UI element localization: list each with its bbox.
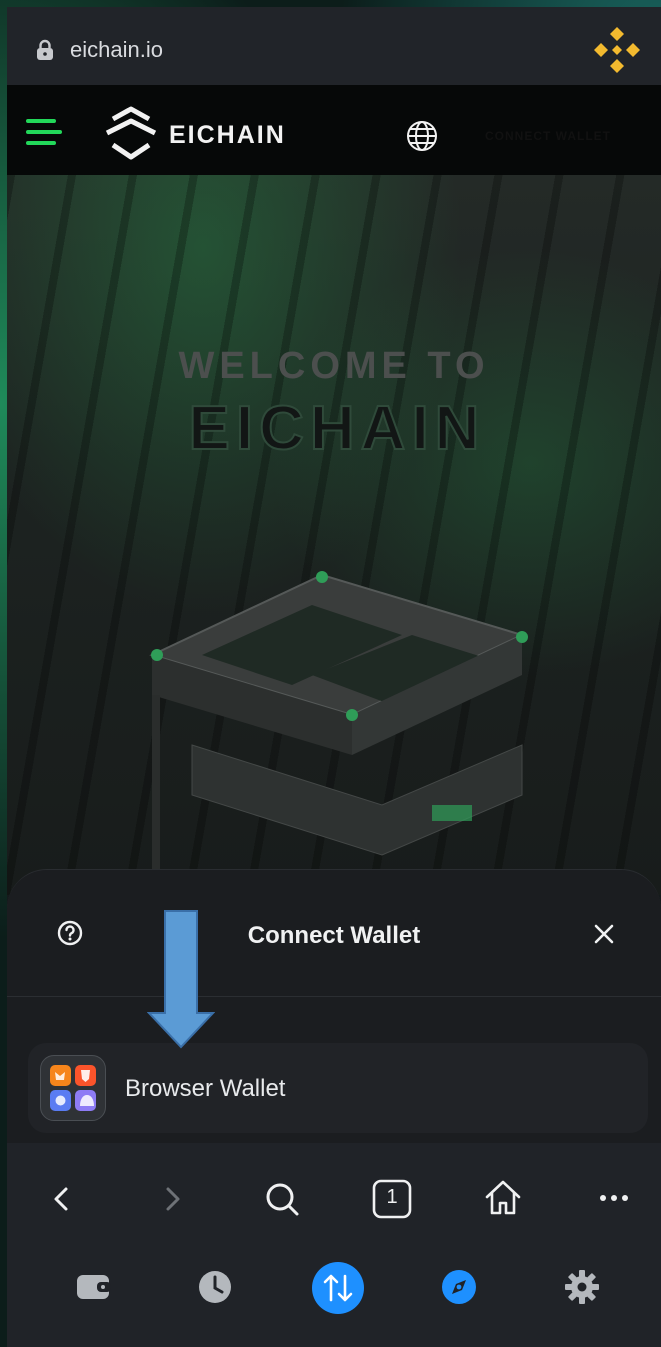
wallet-icon[interactable] [73, 1267, 113, 1307]
hero-title: EICHAIN [188, 397, 486, 455]
back-icon[interactable] [42, 1179, 82, 1219]
connect-wallet-sheet: Connect Wallet Browser Wallet [7, 869, 661, 1170]
hamburger-menu-icon[interactable] [26, 119, 62, 147]
eichain-logo-icon [105, 106, 157, 160]
discover-icon[interactable] [439, 1267, 479, 1307]
header-connect-button[interactable]: CONNECT WALLET [485, 129, 611, 143]
settings-icon[interactable] [562, 1267, 602, 1307]
tab-count: 1 [386, 1186, 398, 1208]
browser-wallet-option[interactable]: Browser Wallet [28, 1043, 648, 1133]
search-icon[interactable] [262, 1179, 302, 1219]
mining-rig-illustration [149, 571, 528, 895]
logo-text: EICHAIN [169, 121, 286, 149]
url-text: eichain.io [70, 37, 163, 62]
browser-wallet-icon [40, 1055, 106, 1121]
site-header: EICHAIN CONNECT WALLET [7, 85, 661, 175]
swap-icon[interactable] [312, 1262, 364, 1314]
sheet-title: Connect Wallet [247, 922, 421, 949]
url-bar[interactable]: eichain.io [7, 7, 661, 85]
more-icon[interactable] [594, 1179, 634, 1219]
svg-text:EICHAIN: EICHAIN [189, 397, 486, 455]
tabs-icon[interactable]: 1 [372, 1179, 412, 1219]
lock-icon [37, 39, 53, 60]
phone-screen: eichain.io EICHAIN CONNECT WALLET WELCOM… [7, 7, 661, 1347]
wallet-option-label: Browser Wallet [125, 1075, 286, 1102]
browser-toolbar: 1 [7, 1143, 661, 1347]
close-icon[interactable] [593, 923, 615, 945]
binance-icon[interactable] [592, 25, 642, 75]
annotation-arrow-icon [147, 910, 215, 1049]
hero-section: WELCOME TO EICHAIN [7, 175, 661, 895]
forward-icon[interactable] [152, 1179, 192, 1219]
home-icon[interactable] [483, 1177, 523, 1217]
divider [7, 996, 661, 997]
globe-icon[interactable] [405, 119, 439, 153]
history-icon[interactable] [195, 1267, 235, 1307]
hero-welcome-text: WELCOME TO [178, 345, 490, 387]
